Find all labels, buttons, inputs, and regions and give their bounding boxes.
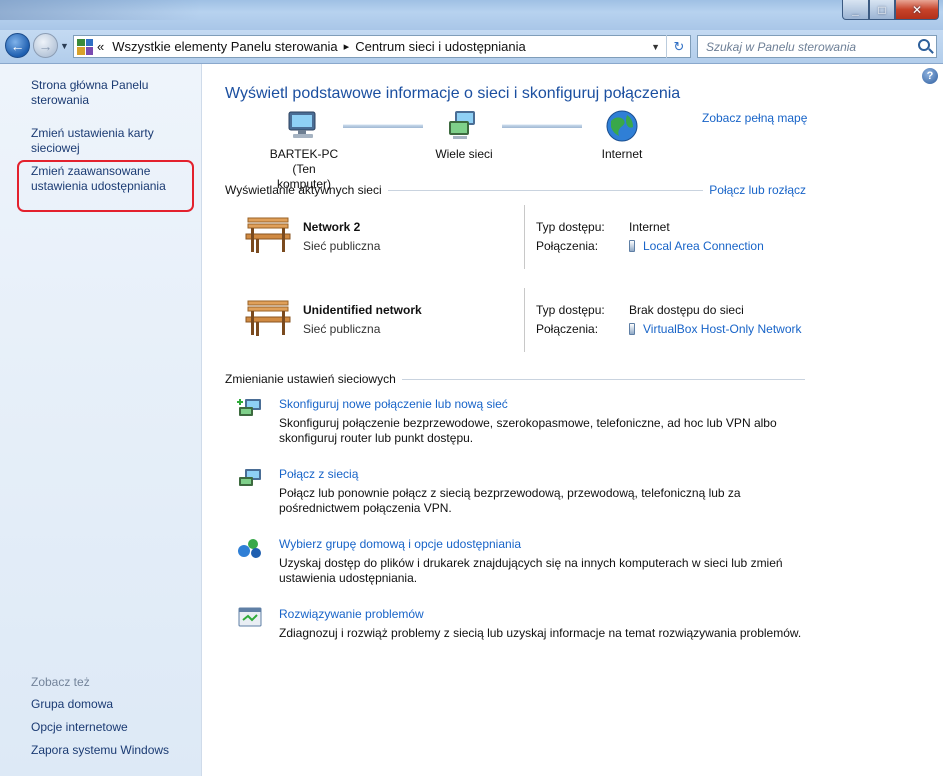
task-description: ustawienia udostępniania. (279, 571, 418, 585)
sidebar: Strona główna Panelu sterowania Zmień us… (0, 64, 202, 776)
title-blur (0, 0, 200, 20)
address-dropdown-icon[interactable]: ▼ (651, 42, 660, 52)
homegroup-icon (238, 539, 261, 558)
connection-name[interactable]: VirtualBox Host-Only Network (643, 322, 802, 336)
connect-disconnect-link[interactable]: Połącz lub rozłącz (703, 183, 806, 197)
bench-icon (245, 300, 291, 336)
navigation-bar: ← → ▼ « Wszystkie elementy Panelu sterow… (0, 30, 943, 64)
multiple-networks-icon (449, 111, 475, 139)
help-button[interactable]: ? (922, 68, 938, 84)
search-icon[interactable] (918, 39, 930, 51)
network-name: Unidentified network (303, 303, 422, 317)
forward-button[interactable]: → (33, 33, 58, 58)
task-new-connection: Skonfiguruj nowe połączenie lub nową sie… (237, 397, 839, 446)
arrow-left-icon: ← (10, 37, 25, 54)
maximize-icon: □ (878, 2, 886, 17)
page-title: Wyświetl podstawowe informacje o sieci i… (225, 85, 681, 102)
main-panel: ? Wyświetl podstawowe informacje o sieci… (202, 64, 943, 776)
full-map-link[interactable]: Zobacz pełną mapę (702, 111, 807, 125)
maximize-button[interactable]: □ (869, 0, 895, 20)
task-description: skonfiguruj router lub punkt dostępu. (279, 431, 474, 445)
connect-network-icon (239, 469, 261, 486)
access-type-label: Typ dostępu: (536, 220, 605, 234)
access-type-value: Brak dostępu do sieci (629, 303, 744, 317)
computer-icon (288, 111, 316, 138)
section-divider (387, 189, 725, 191)
network-divider (524, 288, 525, 352)
search-placeholder: Szukaj w Panelu sterowania (706, 39, 857, 54)
map-link-line (343, 124, 423, 128)
change-settings-title: Zmienianie ustawień sieciowych (225, 372, 396, 386)
arrow-right-icon: → (38, 37, 53, 54)
address-bar[interactable]: « Wszystkie elementy Panelu sterowania ▸… (73, 35, 691, 58)
computer-name: BARTEK-PC (269, 147, 339, 161)
task-homegroup: Wybierz grupę domową i opcje udostępnian… (238, 537, 839, 586)
recent-pages-dropdown[interactable]: ▼ (60, 41, 69, 51)
sidebar-link-home[interactable]: Strona główna Panelu sterowania (31, 78, 181, 108)
minimize-button[interactable]: _ (842, 0, 869, 20)
window-controls: _ □ ✕ (842, 0, 939, 20)
breadcrumb-overflow[interactable]: « (97, 39, 104, 54)
troubleshoot-icon (238, 607, 262, 627)
connector-icon (629, 240, 635, 252)
breadcrumb-network-center[interactable]: Centrum sieci i udostępniania (355, 39, 526, 54)
map-link-line (502, 124, 582, 128)
change-settings-header: Zmienianie ustawień sieciowych (225, 372, 805, 386)
homegroup-link[interactable]: Wybierz grupę domową i opcje udostępnian… (279, 537, 839, 552)
back-button[interactable]: ← (5, 33, 30, 58)
search-input[interactable]: Szukaj w Panelu sterowania (697, 35, 937, 58)
task-description: Skonfiguruj połączenie bezprzewodowe, sz… (279, 416, 777, 430)
network-type-link[interactable]: Sieć publiczna (303, 322, 380, 336)
help-icon: ? (926, 70, 934, 82)
active-networks-title: Wyświetlanie aktywnych sieci (225, 183, 382, 197)
breadcrumb-separator[interactable]: ▸ (344, 40, 350, 53)
task-connect-network: Połącz z siecią Połącz lub ponownie połą… (239, 467, 839, 516)
sidebar-link-adapter-settings[interactable]: Zmień ustawienia karty sieciowej (31, 126, 181, 156)
see-also-label: Zobacz też (31, 675, 90, 689)
connections-label: Połączenia: (536, 322, 599, 336)
task-description: Połącz lub ponownie połącz z siecią bezp… (279, 486, 741, 500)
troubleshoot-link[interactable]: Rozwiązywanie problemów (279, 607, 839, 622)
new-connection-link[interactable]: Skonfiguruj nowe połączenie lub nową sie… (279, 397, 839, 412)
control-panel-icon (77, 38, 93, 55)
connections-label: Połączenia: (536, 239, 599, 253)
map-middle-label: Wiele sieci (435, 147, 493, 161)
task-description: Zdiagnozuj i rozwiąż problemy z siecią l… (279, 626, 802, 640)
section-divider (401, 378, 805, 380)
close-icon: ✕ (911, 2, 923, 17)
refresh-icon: ↻ (673, 38, 685, 54)
connection-link[interactable]: VirtualBox Host-Only Network (629, 322, 802, 336)
sidebar-link-homegroup[interactable]: Grupa domowa (31, 697, 181, 712)
breadcrumb-all-items[interactable]: Wszystkie elementy Panelu sterowania (112, 39, 337, 54)
sidebar-link-internet-options[interactable]: Opcje internetowe (31, 720, 181, 735)
connection-link[interactable]: Local Area Connection (629, 239, 764, 253)
close-button[interactable]: ✕ (895, 0, 939, 20)
task-troubleshoot: Rozwiązywanie problemów Zdiagnozuj i roz… (238, 607, 839, 641)
minimize-icon: _ (852, 2, 859, 17)
access-type-label: Typ dostępu: (536, 303, 605, 317)
active-networks-header: Wyświetlanie aktywnych sieci (225, 183, 725, 197)
title-bar: _ □ ✕ (0, 0, 943, 30)
bench-icon (245, 217, 291, 253)
access-type-value: Internet (629, 220, 670, 234)
connection-name[interactable]: Local Area Connection (643, 239, 764, 253)
network-divider (524, 205, 525, 269)
highlight-frame (17, 160, 194, 212)
new-connection-icon (237, 399, 261, 416)
task-description: Uzyskaj dostęp do plików i drukarek znaj… (279, 556, 783, 570)
sidebar-link-firewall[interactable]: Zapora systemu Windows (31, 743, 181, 758)
internet-globe-icon (606, 110, 638, 142)
network-name: Network 2 (303, 220, 361, 234)
connect-network-link[interactable]: Połącz z siecią (279, 467, 839, 482)
map-internet-label: Internet (601, 147, 643, 161)
refresh-button[interactable]: ↻ (666, 35, 691, 58)
task-description: pośrednictwem połączenia VPN. (279, 501, 452, 515)
network-type-link[interactable]: Sieć publiczna (303, 239, 380, 253)
connector-icon (629, 323, 635, 335)
